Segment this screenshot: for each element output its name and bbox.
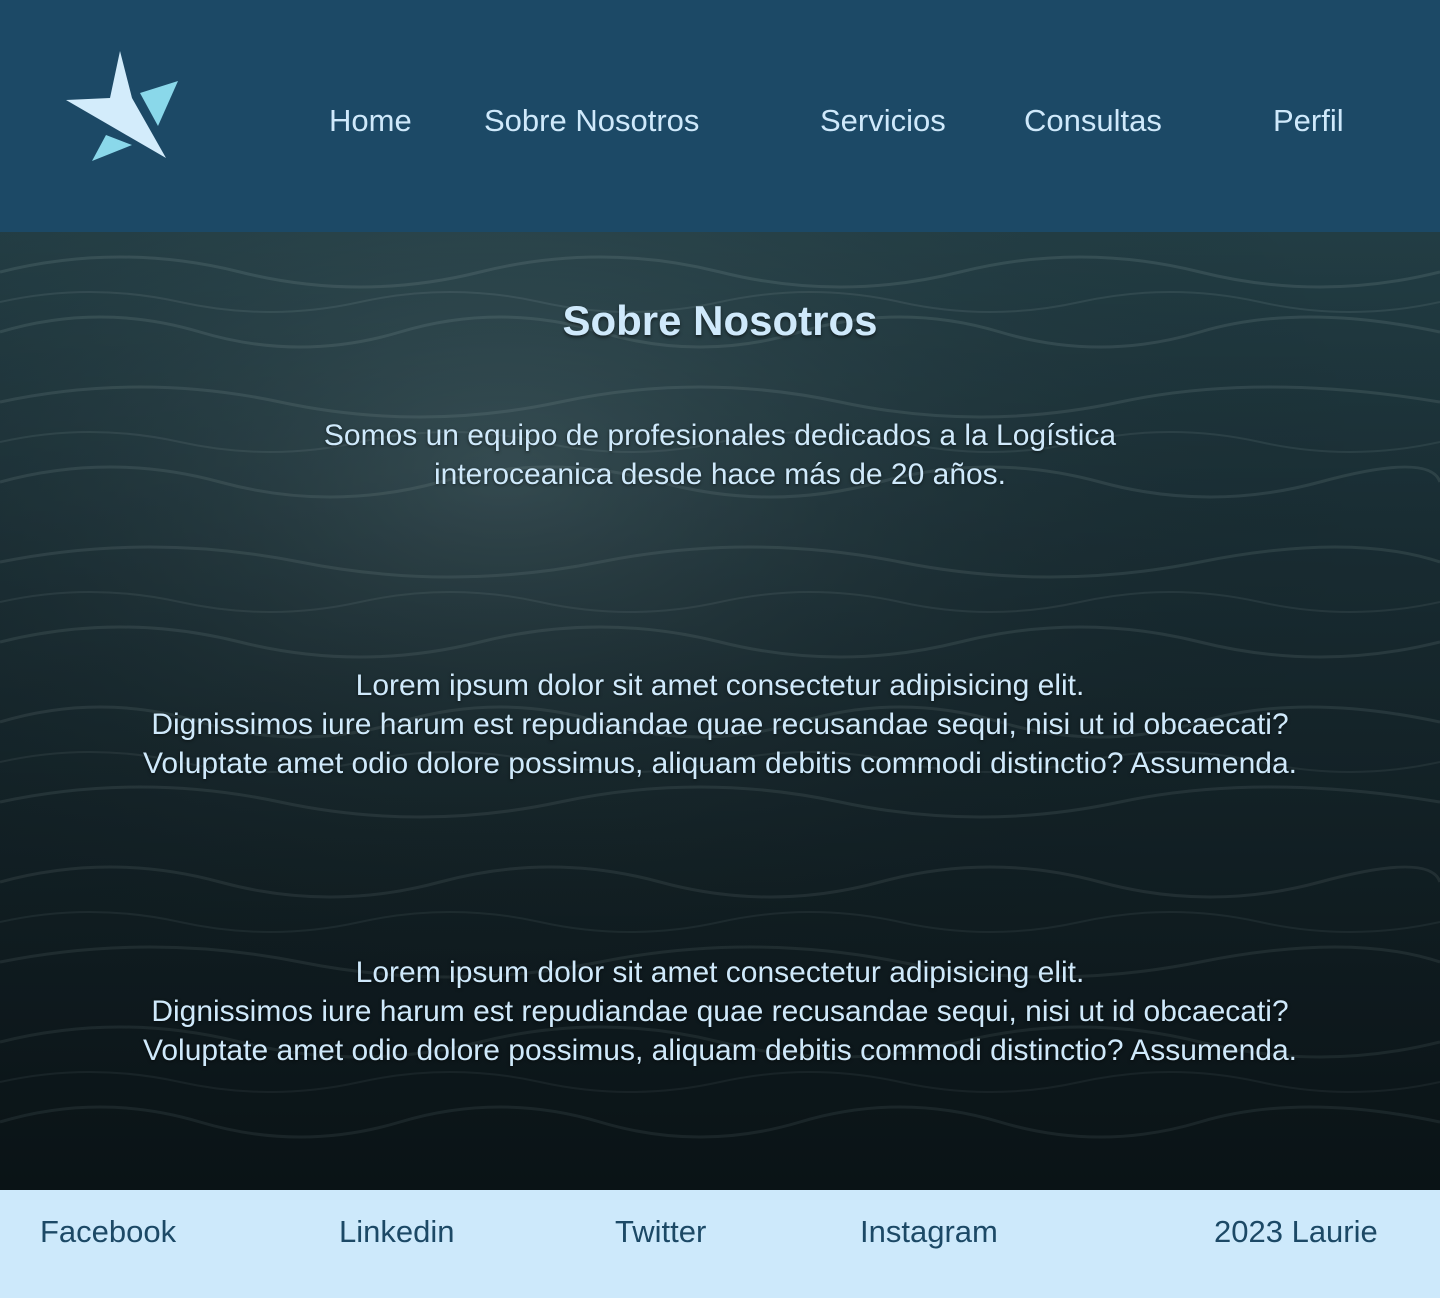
intro-line: interoceanica desde hace más de 20 años. <box>433 458 1007 491</box>
paragraph-line: Voluptate amet odio dolore possimus, ali… <box>143 747 1297 780</box>
paragraph-2: Lorem ipsum dolor sit amet consectetur a… <box>0 953 1440 1070</box>
paragraph-1: Lorem ipsum dolor sit amet consectetur a… <box>0 666 1440 783</box>
paragraph-line: Voluptate amet odio dolore possimus, ali… <box>143 1034 1297 1067</box>
about-hero-section: Sobre Nosotros Somos un equipo de profes… <box>0 232 1440 1190</box>
footer-link-twitter[interactable]: Twitter <box>615 1212 706 1252</box>
paragraph-line: Dignissimos iure harum est repudiandae q… <box>151 708 1289 741</box>
paragraph-line: Dignissimos iure harum est repudiandae q… <box>151 995 1289 1028</box>
copyright-text: 2023 Laurie <box>1214 1214 1378 1249</box>
site-header: Home Sobre Nosotros Servicios Consultas … <box>0 0 1440 232</box>
page-title: Sobre Nosotros <box>562 297 878 344</box>
nav-services[interactable]: Servicios <box>820 101 946 141</box>
nav-inquiries[interactable]: Consultas <box>1024 101 1162 141</box>
star-logo-icon[interactable] <box>62 48 182 164</box>
paragraph-line: Lorem ipsum dolor sit amet consectetur a… <box>355 669 1085 702</box>
nav-about[interactable]: Sobre Nosotros <box>484 101 699 141</box>
intro-text: Somos un equipo de profesionales dedicad… <box>0 416 1440 494</box>
footer-link-instagram[interactable]: Instagram <box>860 1212 998 1252</box>
footer-link-facebook[interactable]: Facebook <box>40 1212 176 1252</box>
footer-link-linkedin[interactable]: Linkedin <box>339 1212 454 1252</box>
nav-home[interactable]: Home <box>329 101 412 141</box>
nav-profile[interactable]: Perfil <box>1273 101 1344 141</box>
site-footer: Facebook Linkedin Twitter Instagram 2023… <box>0 1190 1440 1298</box>
intro-line: Somos un equipo de profesionales dedicad… <box>323 419 1117 452</box>
paragraph-line: Lorem ipsum dolor sit amet consectetur a… <box>355 956 1085 989</box>
